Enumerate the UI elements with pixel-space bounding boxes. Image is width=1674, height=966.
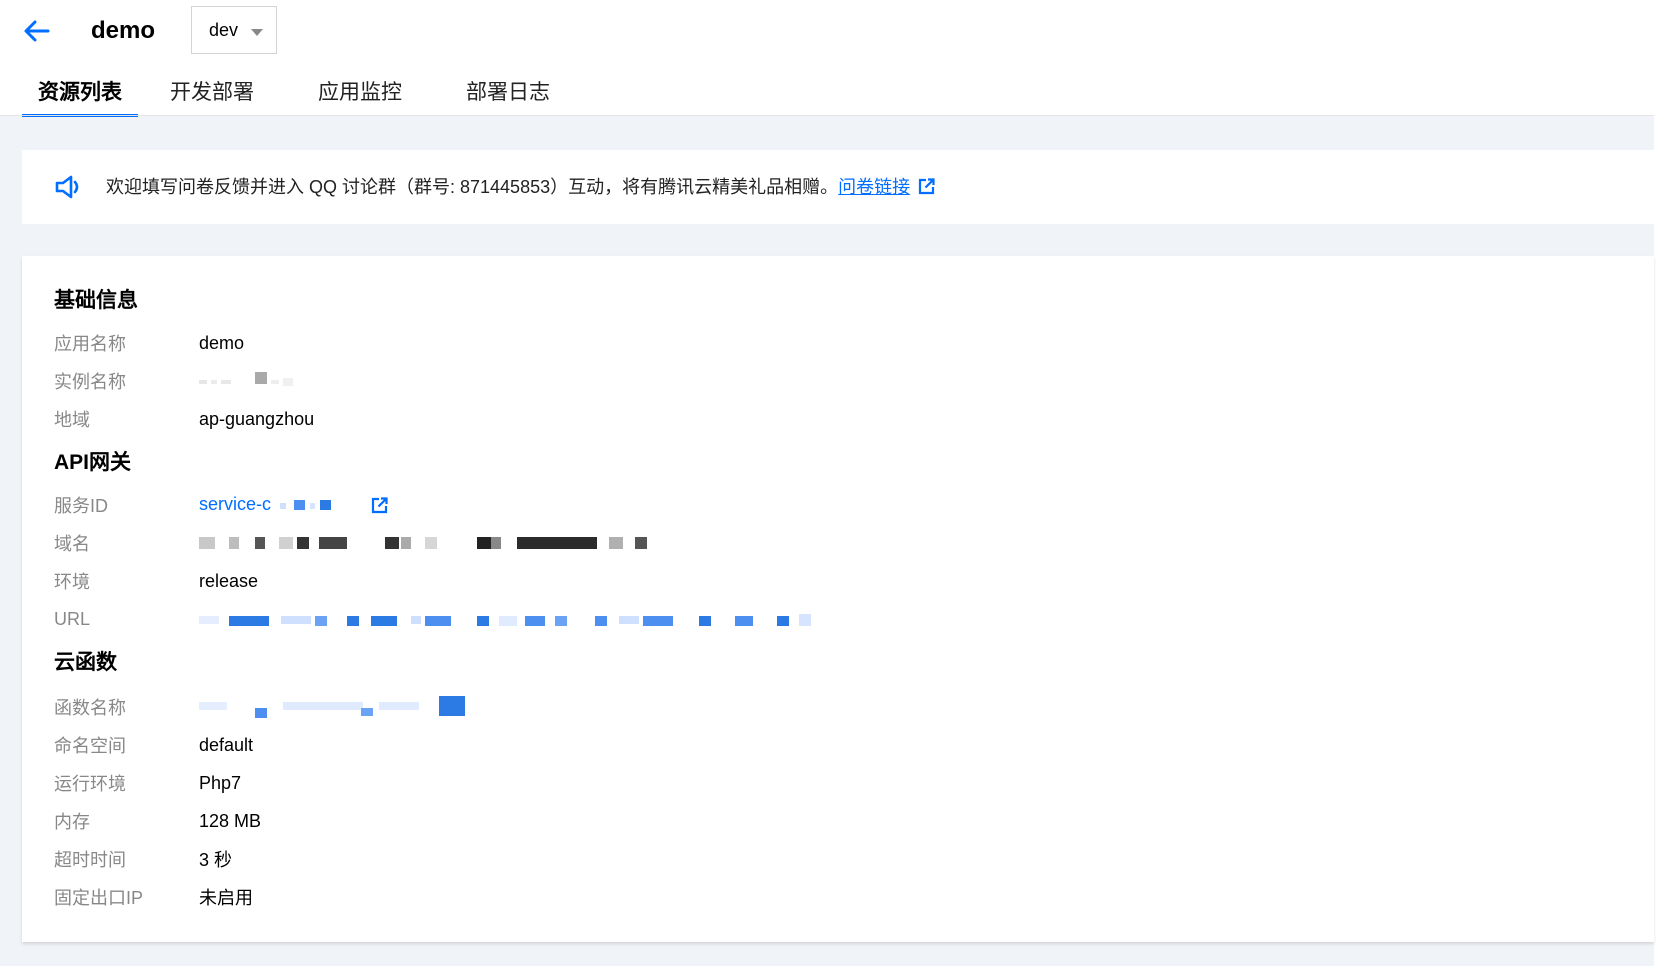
redacted-value bbox=[280, 500, 332, 511]
row-label: 运行环境 bbox=[54, 774, 126, 794]
row-label: 内存 bbox=[54, 812, 90, 832]
row-label: 应用名称 bbox=[54, 334, 126, 354]
info-row-service-id: 服务ID service-c bbox=[54, 490, 388, 520]
scroll-gutter bbox=[1654, 0, 1674, 966]
divider bbox=[0, 115, 1654, 116]
notice-banner: 欢迎填写问卷反馈并进入 QQ 讨论群（群号: 871445853）互动，将有腾讯… bbox=[22, 150, 1654, 224]
row-label: 环境 bbox=[54, 572, 90, 592]
section-title-cloud-function: 云函数 bbox=[54, 651, 117, 674]
row-value: default bbox=[199, 734, 254, 755]
row-label: 服务ID bbox=[54, 496, 108, 516]
info-row-function-name: 函数名称 bbox=[54, 692, 469, 722]
function-name-link[interactable] bbox=[199, 694, 469, 720]
info-row-runtime: 运行环境 Php7 bbox=[54, 768, 241, 798]
env-select-value: dev bbox=[209, 19, 239, 40]
row-value: 未启用 bbox=[199, 888, 253, 908]
info-row-fixed-egress-ip: 固定出口IP 未启用 bbox=[54, 882, 253, 912]
row-value: demo bbox=[199, 332, 245, 353]
info-row-domain: 域名 bbox=[54, 528, 659, 558]
redacted-value bbox=[199, 532, 659, 554]
row-value: release bbox=[199, 570, 259, 591]
row-value: 128 MB bbox=[199, 810, 262, 831]
info-row-region: 地域 ap-guangzhou bbox=[54, 404, 314, 434]
info-row-instance-name: 实例名称 bbox=[54, 366, 309, 396]
tab-bar: 资源列表 开发部署 应用监控 部署日志 bbox=[22, 74, 550, 117]
row-value: ap-guangzhou bbox=[199, 408, 315, 429]
caret-down-icon bbox=[251, 29, 263, 36]
row-label: 超时时间 bbox=[54, 850, 126, 870]
row-label: 固定出口IP bbox=[54, 888, 144, 908]
section-title-basic: 基础信息 bbox=[54, 289, 138, 312]
tab-dev-deploy[interactable]: 开发部署 bbox=[170, 74, 254, 116]
info-row-timeout: 超时时间 3 秒 bbox=[54, 844, 232, 874]
info-row-app-name: 应用名称 demo bbox=[54, 328, 244, 358]
survey-link[interactable]: 问卷链接 bbox=[838, 177, 910, 197]
resource-card: 基础信息 应用名称 demo 实例名称 地域 ap-guangzhou API网… bbox=[22, 256, 1654, 942]
top-bar: demo dev 资源列表 开发部署 应用监控 部署日志 bbox=[0, 0, 1654, 117]
redacted-value bbox=[199, 370, 309, 392]
notice-text: 欢迎填写问卷反馈并进入 QQ 讨论群（群号: 871445853）互动，将有腾讯… bbox=[106, 177, 839, 197]
info-row-url: URL bbox=[54, 604, 819, 634]
info-row-namespace: 命名空间 default bbox=[54, 730, 253, 760]
env-select[interactable]: dev bbox=[191, 6, 277, 54]
app-title: demo bbox=[91, 17, 156, 44]
url-link[interactable] bbox=[199, 608, 819, 630]
info-row-environment: 环境 release bbox=[54, 566, 258, 596]
service-id-link[interactable]: service-c bbox=[199, 494, 388, 516]
row-label: 命名空间 bbox=[54, 736, 126, 756]
info-row-memory: 内存 128 MB bbox=[54, 806, 261, 836]
external-link-icon[interactable] bbox=[918, 178, 935, 195]
row-label: 地域 bbox=[54, 410, 90, 430]
arrow-left-icon bbox=[24, 20, 50, 42]
tab-app-monitor[interactable]: 应用监控 bbox=[318, 74, 402, 116]
section-title-api-gateway: API网关 bbox=[54, 451, 132, 474]
row-label: URL bbox=[54, 608, 91, 629]
external-link-icon[interactable] bbox=[371, 497, 388, 514]
row-value: Php7 bbox=[199, 772, 242, 793]
row-label: 函数名称 bbox=[54, 698, 126, 718]
row-value: 3 秒 bbox=[199, 850, 233, 870]
speaker-icon bbox=[55, 175, 79, 199]
row-label: 实例名称 bbox=[54, 372, 126, 392]
back-button[interactable] bbox=[20, 14, 54, 48]
tab-resource-list[interactable]: 资源列表 bbox=[22, 74, 138, 117]
tab-deploy-log[interactable]: 部署日志 bbox=[466, 74, 550, 116]
row-label: 域名 bbox=[54, 534, 90, 554]
